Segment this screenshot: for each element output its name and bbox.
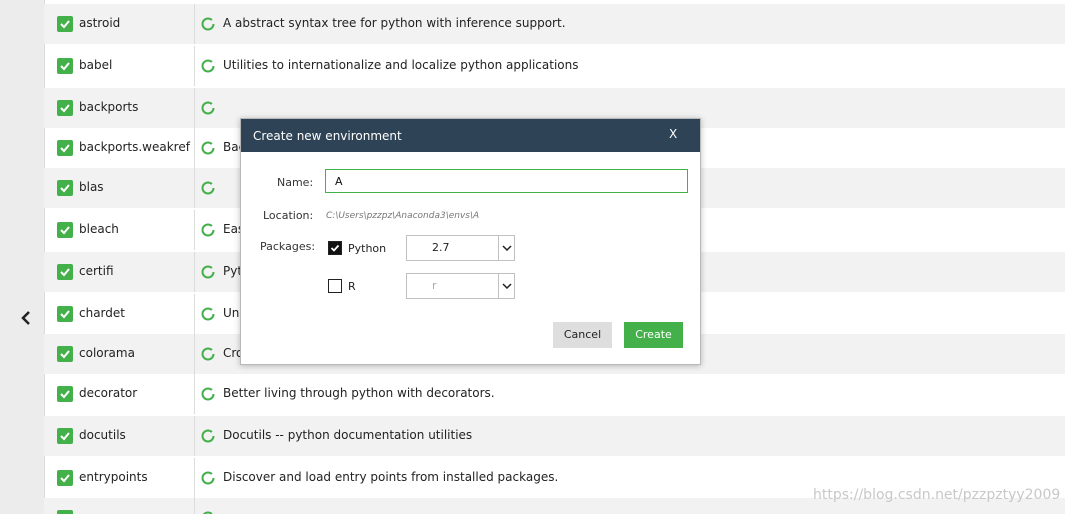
- python-label: Python: [348, 242, 387, 255]
- location-label: Location:: [263, 209, 314, 222]
- r-checkbox[interactable]: [328, 279, 342, 293]
- checkmark-icon: [60, 104, 70, 113]
- name-input[interactable]: [325, 169, 688, 193]
- chevron-left-icon[interactable]: [20, 310, 40, 330]
- package-checkbox[interactable]: [57, 222, 73, 238]
- package-name: chardet: [79, 306, 125, 320]
- package-name: bleach: [79, 222, 119, 236]
- package-description: Utilities to internationalize and locali…: [223, 58, 579, 72]
- r-label: R: [348, 280, 356, 293]
- package-checkbox[interactable]: [57, 58, 73, 74]
- package-name: backports.weakref: [79, 140, 190, 154]
- checkmark-icon: [60, 184, 70, 193]
- checkmark-icon: [60, 390, 70, 399]
- circle-status-icon: [201, 265, 215, 279]
- package-checkbox[interactable]: [57, 100, 73, 116]
- checkmark-icon: [60, 268, 70, 277]
- close-button[interactable]: X: [669, 127, 677, 141]
- checkmark-icon: [60, 310, 70, 319]
- circle-status-icon: [201, 141, 215, 155]
- package-name: babel: [79, 58, 113, 72]
- package-row[interactable]: decorator Better living through python wi…: [44, 374, 1065, 414]
- column-divider: [194, 210, 195, 250]
- column-divider: [194, 334, 195, 374]
- column-divider: [194, 88, 195, 128]
- circle-status-icon: [201, 59, 215, 73]
- python-checkbox[interactable]: [328, 241, 342, 255]
- circle-status-icon: [201, 471, 215, 485]
- packages-label: Packages:: [260, 240, 316, 253]
- package-name: decorator: [79, 386, 138, 400]
- dialog-title: Create new environment: [253, 129, 402, 143]
- chevron-down-icon[interactable]: [498, 274, 515, 298]
- checkmark-icon: [330, 244, 340, 252]
- circle-status-icon: [201, 347, 215, 361]
- python-version-value: 2.7: [432, 241, 450, 254]
- watermark: https://blog.csdn.net/pzzpztyy2009: [813, 487, 1061, 503]
- column-divider: [194, 294, 195, 334]
- package-description: Better living through python with decora…: [223, 386, 495, 400]
- package-description: A abstract syntax tree for python with i…: [223, 16, 566, 30]
- column-divider: [194, 458, 195, 498]
- package-name: entrypoints: [79, 470, 148, 484]
- name-label: Name:: [277, 176, 314, 189]
- package-row[interactable]: babel Utilities to internationalize and l…: [44, 46, 1065, 86]
- package-name: astroid: [79, 16, 121, 30]
- circle-status-icon: [201, 223, 215, 237]
- package-name: backports: [79, 100, 139, 114]
- left-sidebar: [0, 0, 45, 514]
- location-path: C:\Users\pzzpz\Anaconda3\envs\A: [326, 211, 480, 221]
- package-checkbox[interactable]: [57, 306, 73, 322]
- checkmark-icon: [60, 144, 70, 153]
- circle-status-icon: [201, 387, 215, 401]
- package-description: Docutils -- python documentation utiliti…: [223, 428, 473, 442]
- column-divider: [194, 168, 195, 208]
- column-divider: [194, 416, 195, 456]
- cancel-button[interactable]: Cancel: [553, 322, 612, 348]
- circle-status-icon: [201, 181, 215, 195]
- create-button[interactable]: Create: [624, 322, 683, 348]
- circle-status-icon: [201, 17, 215, 31]
- package-description: Discover and load entry points from inst…: [223, 470, 559, 484]
- package-checkbox[interactable]: [57, 510, 73, 514]
- package-name: colorama: [79, 346, 135, 360]
- checkmark-icon: [60, 226, 70, 235]
- circle-status-icon: [201, 101, 215, 115]
- column-divider: [194, 4, 195, 44]
- package-row[interactable]: docutils Docutils -- python documentation…: [44, 416, 1065, 456]
- package-checkbox[interactable]: [57, 264, 73, 280]
- package-name: docutils: [79, 428, 126, 442]
- column-divider: [194, 46, 195, 86]
- package-checkbox[interactable]: [57, 346, 73, 362]
- checkmark-icon: [60, 62, 70, 71]
- package-checkbox[interactable]: [57, 386, 73, 402]
- checkmark-icon: [60, 432, 70, 441]
- r-version-select[interactable]: r: [406, 273, 515, 299]
- dialog-header: Create new environment X: [241, 119, 700, 152]
- python-version-select[interactable]: 2.7: [406, 235, 515, 261]
- checkmark-icon: [60, 20, 70, 29]
- package-checkbox[interactable]: [57, 16, 73, 32]
- package-row[interactable]: astroid A abstract syntax tree for python…: [44, 4, 1065, 44]
- column-divider: [194, 128, 195, 168]
- package-checkbox[interactable]: [57, 470, 73, 486]
- column-divider: [194, 374, 195, 414]
- circle-status-icon: [201, 307, 215, 321]
- package-checkbox[interactable]: [57, 428, 73, 444]
- package-name: certifi: [79, 264, 114, 278]
- package-checkbox[interactable]: [57, 180, 73, 196]
- r-version-value: r: [432, 279, 437, 292]
- column-divider: [194, 252, 195, 292]
- column-divider: [194, 498, 195, 514]
- circle-status-icon: [201, 429, 215, 443]
- chevron-down-icon[interactable]: [498, 236, 515, 260]
- create-environment-dialog: Create new environment X Name: Location:…: [240, 118, 701, 365]
- checkmark-icon: [60, 474, 70, 483]
- checkmark-icon: [60, 350, 70, 359]
- package-name: blas: [79, 180, 104, 194]
- package-checkbox[interactable]: [57, 140, 73, 156]
